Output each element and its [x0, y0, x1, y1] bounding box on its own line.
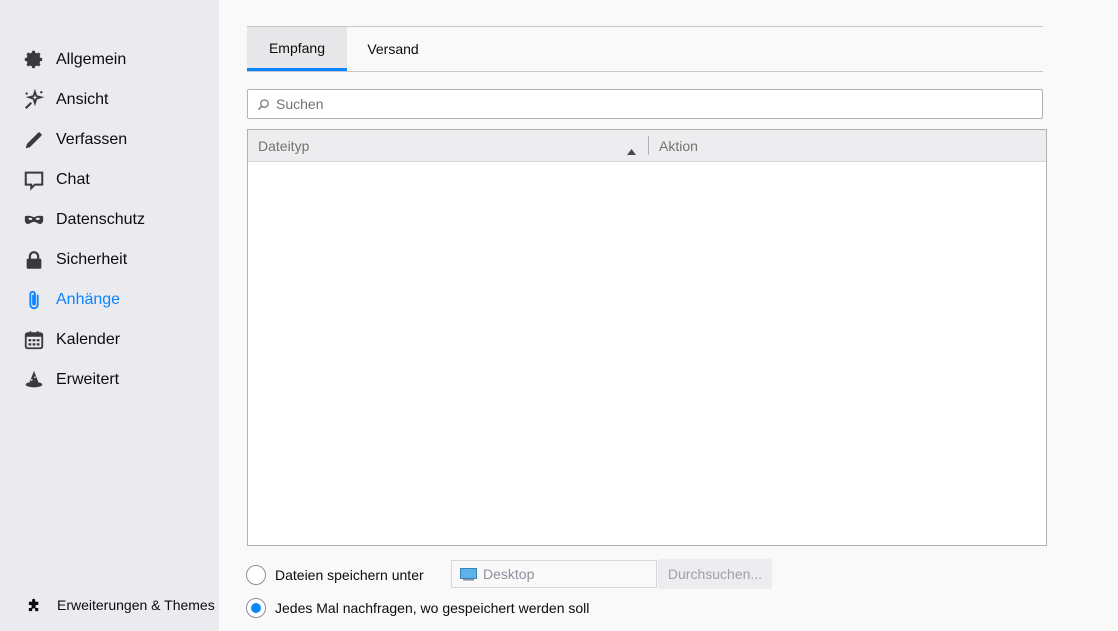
desktop-folder-icon — [460, 567, 477, 581]
browse-button-label: Durchsuchen... — [667, 566, 763, 582]
save-to-folder-radio[interactable] — [246, 565, 266, 585]
sparkle-icon — [22, 88, 46, 112]
puzzle-piece-icon — [26, 596, 44, 614]
sidebar-item-label: Sicherheit — [56, 251, 128, 268]
sidebar-item-chat[interactable]: Chat — [22, 164, 212, 196]
extensions-themes-label: Erweiterungen & Themes — [57, 597, 215, 613]
sidebar-item-datenschutz[interactable]: Datenschutz — [22, 204, 212, 236]
mask-icon — [22, 208, 46, 232]
tab-label: Versand — [367, 41, 419, 57]
column-header-label: Aktion — [659, 137, 698, 154]
sidebar-item-ansicht[interactable]: Ansicht — [22, 84, 212, 116]
pencil-icon — [22, 128, 46, 152]
download-folder-field: Desktop — [451, 560, 657, 588]
file-type-table: Dateityp Aktion — [247, 129, 1047, 546]
sidebar-item-label: Erweitert — [56, 371, 120, 388]
sidebar-item-allgemein[interactable]: Allgemein — [22, 44, 212, 76]
column-header-aktion[interactable]: Aktion — [649, 130, 698, 161]
tab-label: Empfang — [268, 39, 326, 56]
calendar-icon — [22, 328, 46, 352]
gear-icon — [22, 48, 46, 72]
tab-empfang[interactable]: Empfang — [247, 27, 347, 71]
sidebar: Allgemein Ansicht Verfassen Chat Datensc… — [0, 0, 219, 631]
sidebar-item-sicherheit[interactable]: Sicherheit — [22, 244, 212, 276]
paperclip-icon — [22, 288, 46, 312]
column-header-dateityp[interactable]: Dateityp — [248, 130, 648, 161]
tab-bar: Empfang Versand — [247, 27, 1043, 72]
sidebar-item-label: Chat — [56, 171, 90, 188]
search-input[interactable] — [274, 95, 1018, 113]
sidebar-item-label: Verfassen — [56, 131, 128, 148]
chat-bubble-icon — [22, 168, 46, 192]
save-to-folder-label: Dateien speichern unter — [275, 567, 424, 583]
sidebar-item-label: Ansicht — [56, 91, 109, 108]
always-ask-option[interactable]: Jedes Mal nachfragen, wo gespeichert wer… — [246, 598, 589, 618]
column-header-label: Dateityp — [258, 137, 310, 154]
download-folder-value: Desktop — [483, 566, 535, 582]
sidebar-item-label: Kalender — [56, 331, 121, 348]
lock-icon — [22, 248, 46, 272]
browse-button[interactable]: Durchsuchen... — [658, 559, 772, 589]
wizard-hat-icon — [22, 368, 46, 392]
attachments-pane: Empfang Versand Dateityp Aktion — [219, 0, 1118, 631]
sidebar-item-kalender[interactable]: Kalender — [22, 324, 212, 356]
tab-versand[interactable]: Versand — [347, 27, 439, 71]
search-box — [247, 89, 1043, 119]
always-ask-radio[interactable] — [246, 598, 266, 618]
sidebar-item-anhaenge[interactable]: Anhänge — [22, 284, 212, 316]
sidebar-item-label: Datenschutz — [56, 211, 145, 228]
extensions-themes-link[interactable]: Erweiterungen & Themes — [26, 594, 215, 616]
sidebar-item-erweitert[interactable]: Erweitert — [22, 364, 212, 396]
sidebar-item-label: Anhänge — [56, 291, 121, 308]
sidebar-item-verfassen[interactable]: Verfassen — [22, 124, 212, 156]
table-body[interactable] — [248, 162, 1046, 545]
sidebar-item-label: Allgemein — [56, 51, 127, 68]
table-header: Dateityp Aktion — [248, 130, 1046, 162]
save-to-folder-option[interactable]: Dateien speichern unter — [246, 565, 424, 585]
search-icon — [257, 98, 271, 111]
always-ask-label: Jedes Mal nachfragen, wo gespeichert wer… — [275, 600, 590, 616]
sort-ascending-icon — [627, 142, 636, 158]
